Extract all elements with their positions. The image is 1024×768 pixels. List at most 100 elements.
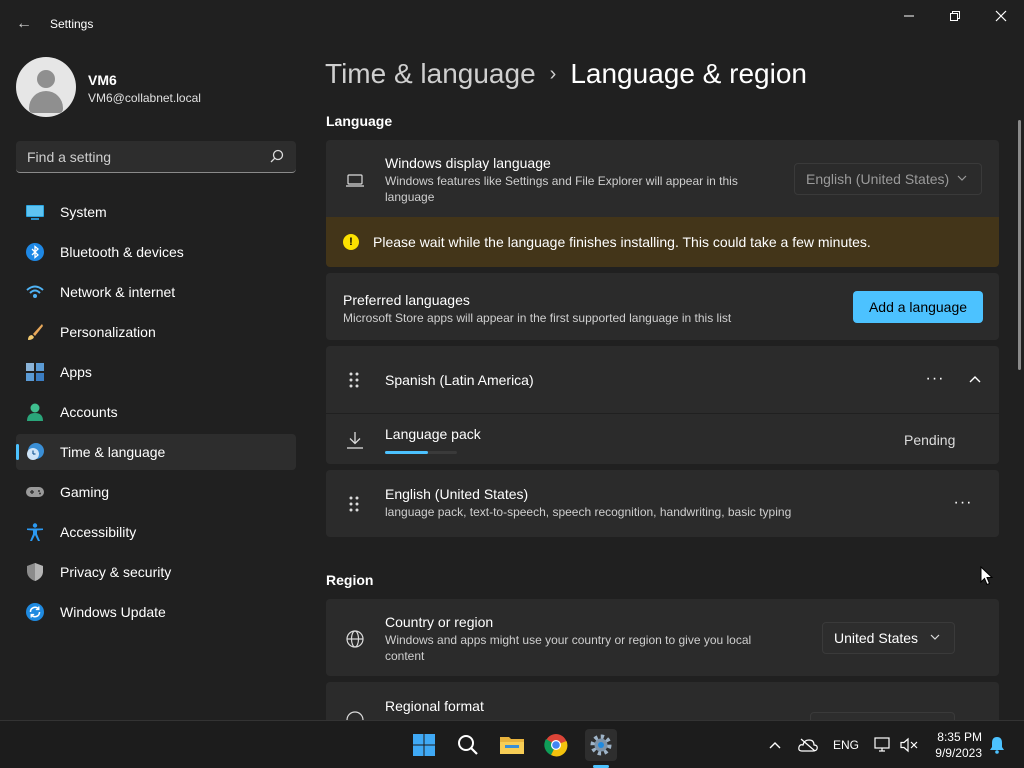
sidebar-item-bluetooth[interactable]: Bluetooth & devices [16, 234, 296, 270]
sidebar-item-label: Time & language [60, 444, 166, 460]
brush-icon [28, 324, 43, 340]
avatar[interactable] [16, 57, 76, 117]
start-button[interactable] [408, 729, 440, 761]
clock-time[interactable]: 8:35 PM [930, 730, 982, 744]
country-region-description: Windows and apps might use your country … [385, 633, 752, 663]
gamepad-icon [26, 487, 44, 497]
minimize-button[interactable] [886, 0, 932, 32]
warning-icon: ! [343, 234, 359, 250]
sidebar-item-windows-update[interactable]: Windows Update [16, 594, 296, 630]
volume-button[interactable] [899, 733, 919, 757]
breadcrumb: Time & language › Language & region [325, 58, 807, 90]
taskbar-search-button[interactable] [452, 729, 484, 761]
sidebar-item-label: Apps [60, 364, 92, 380]
sidebar-item-label: Windows Update [60, 604, 166, 620]
globe-icon [346, 630, 364, 648]
accessibility-icon [27, 523, 43, 541]
region-section-title: Region [326, 572, 374, 588]
more-options-button[interactable]: ··· [923, 367, 947, 391]
country-region-value: United States [834, 630, 919, 646]
sidebar-item-time-language[interactable]: Time & language [16, 434, 296, 470]
close-icon [995, 10, 1007, 22]
language-name: Spanish (Latin America) [385, 372, 534, 388]
input-language-indicator[interactable]: ENG [831, 733, 861, 757]
drag-handle-icon[interactable] [348, 372, 360, 388]
profile-name: VM6 [88, 72, 117, 88]
display-language-dropdown[interactable]: English (United States) [794, 163, 982, 195]
search-box [16, 141, 296, 173]
bell-icon [990, 737, 1004, 754]
install-warning-banner: ! Please wait while the language finishe… [326, 217, 999, 267]
chrome-icon [544, 734, 568, 757]
file-explorer-button[interactable] [496, 729, 528, 761]
language-name: English (United States) [385, 486, 529, 502]
drag-handle-icon[interactable] [348, 496, 360, 512]
sidebar-item-label: Accounts [60, 404, 118, 420]
cloud-offline-icon [798, 738, 818, 752]
clock-date[interactable]: 9/9/2023 [930, 746, 982, 760]
chevron-up-icon[interactable] [969, 375, 981, 383]
sidebar-item-label: Network & internet [60, 284, 176, 300]
sidebar-item-accessibility[interactable]: Accessibility [16, 514, 296, 550]
preferred-languages-title: Preferred languages [343, 292, 470, 308]
search-icon[interactable] [270, 149, 284, 163]
close-button[interactable] [978, 0, 1024, 32]
preferred-languages-description: Microsoft Store apps will appear in the … [343, 311, 732, 325]
app-title: Settings [50, 17, 94, 31]
tray-overflow-button[interactable] [766, 733, 784, 757]
chevron-down-icon [957, 175, 967, 181]
chrome-button[interactable] [540, 729, 572, 761]
scrollbar[interactable] [1018, 120, 1021, 370]
display-language-title: Windows display language [385, 155, 551, 171]
settings-taskbar-button[interactable] [585, 729, 617, 761]
preferred-languages-card: Preferred languages Microsoft Store apps… [326, 273, 999, 340]
mouse-cursor-icon [980, 566, 994, 586]
time-language-icon [27, 443, 44, 460]
sidebar-item-label: System [60, 204, 107, 220]
sidebar-item-system[interactable]: System [16, 194, 296, 230]
regional-format-card: Regional format [326, 682, 999, 720]
progress-fill [385, 451, 429, 454]
country-region-title: Country or region [385, 614, 494, 630]
sidebar-item-gaming[interactable]: Gaming [16, 474, 296, 510]
page-title: Language & region [570, 58, 807, 89]
chevron-up-icon [769, 742, 781, 749]
language-item-spanish[interactable]: Spanish (Latin America) ··· [326, 346, 999, 413]
display-language-value: English (United States) [806, 171, 950, 187]
apps-icon [26, 363, 44, 381]
breadcrumb-parent[interactable]: Time & language [325, 58, 536, 90]
language-item-english[interactable]: English (United States) language pack, t… [326, 470, 999, 537]
download-icon [347, 432, 363, 449]
taskbar: ENG 8:35 PM 9/9/2023 [0, 720, 1024, 768]
add-language-button[interactable]: Add a language [853, 291, 983, 323]
volume-muted-icon [900, 737, 918, 753]
shield-icon [27, 563, 43, 581]
sidebar-item-apps[interactable]: Apps [16, 354, 296, 390]
regional-format-icon [346, 711, 364, 720]
sidebar-item-label: Privacy & security [60, 564, 172, 580]
wifi-icon [26, 285, 44, 298]
search-input[interactable] [16, 141, 266, 172]
laptop-icon [346, 174, 364, 187]
onedrive-button[interactable] [797, 733, 819, 757]
update-icon [26, 603, 44, 621]
network-icon [874, 737, 890, 752]
sidebar-item-network[interactable]: Network & internet [16, 274, 296, 310]
sidebar-item-personalization[interactable]: Personalization [16, 314, 296, 350]
language-pack-row: Language pack Pending [326, 414, 999, 464]
sidebar-item-accounts[interactable]: Accounts [16, 394, 296, 430]
sidebar-item-label: Accessibility [60, 524, 137, 540]
more-options-button[interactable]: ··· [951, 491, 975, 515]
bluetooth-icon [26, 243, 44, 261]
notifications-button[interactable] [988, 733, 1006, 757]
country-region-dropdown[interactable]: United States [822, 622, 955, 654]
network-status-button[interactable] [873, 733, 893, 757]
sidebar-item-privacy[interactable]: Privacy & security [16, 554, 296, 590]
back-button[interactable]: ← [12, 12, 36, 36]
maximize-button[interactable] [932, 0, 978, 32]
regional-format-dropdown[interactable] [810, 712, 955, 720]
language-pack-title: Language pack [385, 426, 481, 442]
language-details: language pack, text-to-speech, speech re… [385, 505, 792, 519]
country-region-card: Country or region Windows and apps might… [326, 599, 999, 676]
language-pack-progress [385, 451, 457, 454]
